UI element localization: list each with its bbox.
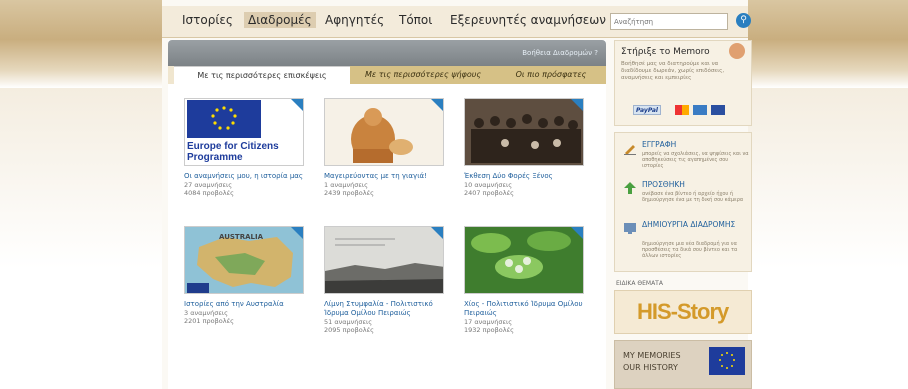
- signup-desc: μπορείς να σχολιάσεις, να ψηφίσεις και ν…: [642, 151, 749, 169]
- route-thumbnail-exhibition[interactable]: [464, 98, 584, 166]
- route-card[interactable]: Europe for Citizens Programme Οι αναμνήσ…: [184, 98, 304, 197]
- support-text: Βοήθησέ μας να διατηρούμε και να διαδίδο…: [621, 61, 725, 81]
- route-thumbnail-grandma[interactable]: [324, 98, 444, 166]
- corner-badge-icon: [571, 99, 583, 111]
- route-card[interactable]: Έκθεση Δύο Φορές Ξένος 10 αναμνήσεις 240…: [464, 98, 584, 197]
- help-link[interactable]: Βοήθεια Διαδρομών ?: [522, 49, 598, 57]
- route-memories-count: 10 αναμνήσεις: [464, 181, 513, 189]
- upload-arrow-icon: [624, 182, 636, 194]
- cooking-figurine-image: [351, 108, 413, 163]
- tab-most-recent[interactable]: Οι πιο πρόσφατες: [496, 66, 606, 84]
- route-memories-count: 3 αναμνήσεις: [184, 309, 228, 317]
- my-memories-banner[interactable]: MY MEMORIES OUR HISTORY: [614, 340, 752, 389]
- route-views-count: 2439 προβολές: [324, 189, 374, 197]
- nav-item-places[interactable]: Τόποι: [399, 13, 432, 27]
- search-icon: ⚲: [740, 15, 747, 25]
- corner-badge-icon: [291, 99, 303, 111]
- eu-stars-small-icon: [719, 352, 735, 369]
- route-thumbnail-eu[interactable]: Europe for Citizens Programme: [184, 98, 304, 166]
- nav-item-explorers[interactable]: Εξερευνητές αναμνήσεων: [450, 13, 606, 27]
- support-box: Στήριξε το Memoro Βοήθησέ μας να διατηρο…: [614, 40, 752, 126]
- route-views-count: 2201 προβολές: [184, 317, 234, 325]
- route-screen-icon: [624, 223, 636, 234]
- eu-flag-icon: [187, 100, 261, 138]
- add-desc: ανέβασε ένα βίντεο ή αρχείο ήχου ή δημιο…: [642, 191, 744, 203]
- route-thumbnail-chios[interactable]: [464, 226, 584, 294]
- route-views-count: 4084 προβολές: [184, 189, 234, 197]
- right-background: [748, 88, 908, 389]
- corner-badge-icon: [431, 227, 443, 239]
- his-story-banner[interactable]: HIS-Story: [614, 290, 752, 334]
- create-route-label[interactable]: ΔΗΜΙΟΥΡΓΙΑ ΔΙΑΔΡΟΜΗΣ: [642, 221, 742, 229]
- route-title[interactable]: Έκθεση Δύο Φορές Ξένος: [464, 172, 584, 181]
- route-views-count: 1932 προβολές: [464, 326, 514, 334]
- paypal-icon[interactable]: PayPal: [633, 105, 661, 115]
- special-topics-label: ΕΙΔΙΚΑ ΘΕΜΑΤΑ: [616, 280, 663, 287]
- tab-bar: Με τις περισσότερες επισκέψεις Με τις πε…: [168, 66, 606, 84]
- route-memories-count: 1 αναμνήσεις: [324, 181, 368, 189]
- create-route-action[interactable]: ΔΗΜΙΟΥΡΓΙΑ ΔΙΑΔΡΟΜΗΣ δημιούργησε μια νέα…: [623, 221, 747, 265]
- search-input[interactable]: [610, 13, 728, 30]
- actions-box: ΕΓΓΡΑΦΗ μπορείς να σχολιάσεις, να ψηφίσε…: [614, 132, 752, 272]
- route-title[interactable]: Λίμνη Στυμφαλία - Πολιτιστικό Ίδρυμα Ομί…: [324, 300, 444, 318]
- route-card[interactable]: Χίος - Πολιτιστικό Ίδρυμα Ομίλου Πειραιώ…: [464, 226, 584, 334]
- route-thumbnail-stymfalia[interactable]: [324, 226, 444, 294]
- mastic-leaves-image: [465, 227, 583, 293]
- route-views-count: 2095 προβολές: [324, 326, 374, 334]
- route-memories-count: 17 αναμνήσεις: [464, 318, 513, 326]
- search-button[interactable]: ⚲: [736, 13, 751, 28]
- mastercard-icon: [675, 105, 689, 115]
- add-label[interactable]: ΠΡΟΣΘΗΚΗ: [642, 181, 685, 189]
- nav-item-narrators[interactable]: Αφηγητές: [325, 13, 384, 27]
- route-title[interactable]: Οι αναμνήσεις μου, η ιστορία μας: [184, 172, 304, 181]
- create-route-desc: δημιούργησε μια νέα διαδρομή για να προσ…: [642, 241, 738, 259]
- my-memories-line1: MY MEMORIES: [623, 351, 681, 360]
- corner-badge-icon: [291, 227, 303, 239]
- lake-photo-image: [325, 227, 443, 293]
- route-views-count: 2407 προβολές: [464, 189, 514, 197]
- nav-item-stories[interactable]: Ιστορίες: [182, 13, 233, 27]
- route-thumbnail-australia[interactable]: AUSTRALIA: [184, 226, 304, 294]
- my-memories-line2: OUR HISTORY: [623, 363, 678, 372]
- his-story-text: HIS-Story: [637, 299, 729, 324]
- australia-map-label: AUSTRALIA: [219, 233, 263, 241]
- visa-icon: [711, 105, 725, 115]
- add-action[interactable]: ΠΡΟΣΘΗΚΗ ανέβασε ένα βίντεο ή αρχείο ήχο…: [623, 181, 747, 215]
- route-title[interactable]: Ιστορίες από την Αυστραλία: [184, 300, 304, 309]
- tab-most-visited[interactable]: Με τις περισσότερες επισκέψεις: [174, 66, 350, 84]
- signup-label[interactable]: ΕΓΓΡΑΦΗ: [642, 141, 676, 149]
- support-title: Στήριξε το Memoro: [621, 47, 710, 57]
- page-container: Ιστορίες Διαδρομές Αφηγητές Τόποι Εξερευ…: [162, 0, 752, 389]
- corner-badge-icon: [571, 227, 583, 239]
- route-card[interactable]: Μαγειρεύοντας με τη γιαγιά! 1 αναμνήσεις…: [324, 98, 444, 197]
- corner-badge-icon: [431, 99, 443, 111]
- route-memories-count: 27 αναμνήσεις: [184, 181, 233, 189]
- pencil-icon: [624, 145, 636, 155]
- group-photo-image: [465, 99, 583, 165]
- route-card[interactable]: Λίμνη Στυμφαλία - Πολιτιστικό Ίδρυμα Ομί…: [324, 226, 444, 334]
- route-card[interactable]: AUSTRALIA Ιστορίες από την Αυστραλία 3 α…: [184, 226, 304, 325]
- routes-panel: Βοήθεια Διαδρομών ? Με τις περισσότερες …: [168, 40, 606, 389]
- piggy-bank-icon: [729, 43, 745, 59]
- left-background: [0, 88, 162, 389]
- route-title[interactable]: Μαγειρεύοντας με τη γιαγιά!: [324, 172, 444, 181]
- panel-header: Βοήθεια Διαδρομών ?: [168, 40, 606, 66]
- route-title[interactable]: Χίος - Πολιτιστικό Ίδρυμα Ομίλου Πειραιώ…: [464, 300, 584, 318]
- route-memories-count: 51 αναμνήσεις: [324, 318, 373, 326]
- eu-programme-text: Europe for Citizens Programme: [187, 141, 279, 163]
- signup-action[interactable]: ΕΓΓΡΑΦΗ μπορείς να σχολιάσεις, να ψηφίσε…: [623, 141, 749, 175]
- eu-flag-small-icon: [709, 347, 745, 375]
- tab-most-voted[interactable]: Με τις περισσότερες ψήφους: [350, 66, 496, 84]
- top-nav: Ιστορίες Διαδρομές Αφηγητές Τόποι Εξερευ…: [162, 6, 751, 38]
- eu-stars-icon: [211, 106, 237, 130]
- nav-item-routes[interactable]: Διαδρομές: [244, 12, 316, 28]
- amex-icon: [693, 105, 707, 115]
